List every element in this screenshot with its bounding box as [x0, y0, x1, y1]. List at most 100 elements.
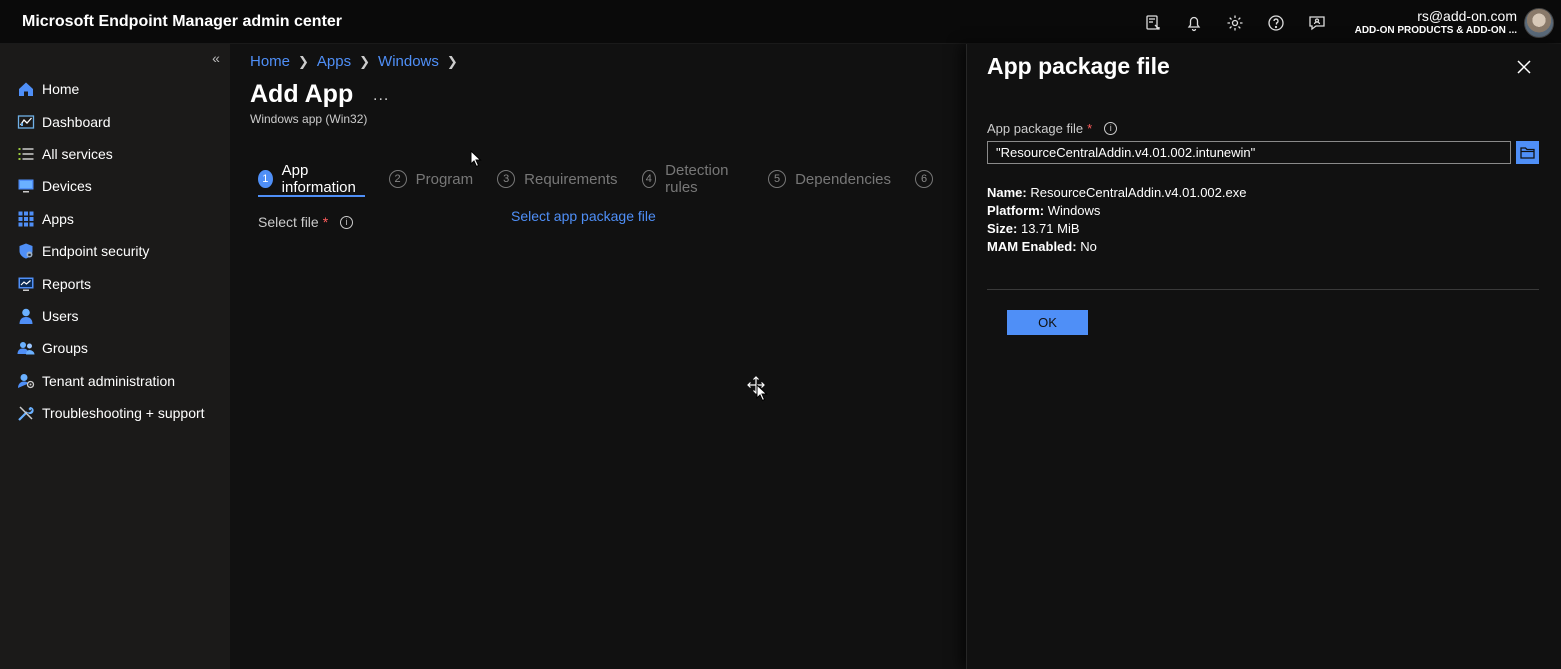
sidebar-nav: Home Dashboard All services Devices Apps… [0, 73, 230, 429]
step-number: 3 [497, 170, 516, 188]
sidebar-item-apps[interactable]: Apps [0, 203, 230, 235]
devices-icon [17, 177, 35, 195]
main-content: Home ❯ Apps ❯ Windows ❯ Add App ... Wind… [230, 44, 966, 669]
feedback-device-icon[interactable] [1140, 10, 1165, 35]
header-icons [1140, 10, 1329, 35]
collapse-sidebar-button[interactable]: « [208, 50, 224, 66]
move-cursor-icon [747, 376, 768, 402]
step-number: 2 [388, 170, 407, 188]
breadcrumb-home[interactable]: Home [250, 53, 290, 70]
meta-platform: Platform: Windows [987, 203, 1101, 218]
folder-icon [1520, 147, 1535, 159]
sidebar-item-users[interactable]: Users [0, 300, 230, 332]
meta-name: Name: ResourceCentralAddin.v4.01.002.exe [987, 185, 1247, 200]
chevron-right-icon: ❯ [446, 53, 458, 69]
step-label: Detection rules [665, 162, 729, 196]
panel-title: App package file [987, 53, 1170, 79]
tab-requirements[interactable]: 3 Requirements [497, 164, 618, 194]
tenant-admin-icon [17, 372, 35, 390]
breadcrumb-apps[interactable]: Apps [317, 53, 351, 70]
sidebar-item-label: Reports [42, 275, 92, 292]
list-icon [17, 145, 35, 163]
sidebar-item-label: Users [42, 307, 79, 324]
home-icon [17, 80, 35, 98]
step-label: Dependencies [795, 170, 891, 188]
tab-step-6[interactable]: 6 [915, 164, 942, 194]
apps-icon [17, 210, 35, 228]
tab-program[interactable]: 2 Program [388, 164, 474, 194]
dashboard-icon [17, 113, 35, 131]
sidebar-item-dashboard[interactable]: Dashboard [0, 105, 230, 137]
ok-button[interactable]: OK [1007, 310, 1088, 335]
step-number: 5 [768, 170, 787, 188]
step-number: 4 [641, 170, 657, 188]
info-icon[interactable]: i [1104, 122, 1118, 135]
info-icon[interactable]: i [340, 215, 354, 229]
required-marker: * [1087, 121, 1093, 136]
account-org: ADD-ON PRODUCTS & ADD-ON ... [1354, 25, 1517, 36]
breadcrumb: Home ❯ Apps ❯ Windows ❯ [250, 53, 466, 70]
more-options-button[interactable]: ... [373, 87, 389, 105]
wrench-icon [17, 404, 35, 422]
sidebar-item-label: Groups [42, 340, 88, 357]
sidebar-item-label: Tenant administration [42, 372, 176, 389]
package-file-label-text: App package file [987, 121, 1084, 136]
select-file-text: Select file [258, 214, 319, 230]
sidebar: « Home Dashboard All services Devices Ap… [0, 44, 230, 669]
sidebar-item-endpoint-security[interactable]: Endpoint security [0, 235, 230, 267]
sidebar-item-label: All services [42, 145, 113, 162]
sidebar-item-all-services[interactable]: All services [0, 138, 230, 170]
bell-icon[interactable] [1181, 10, 1206, 35]
select-app-package-link[interactable]: Select app package file [511, 208, 656, 224]
package-file-input[interactable]: "ResourceCentralAddin.v4.01.002.intunewi… [987, 141, 1511, 164]
sidebar-item-label: Endpoint security [42, 243, 150, 260]
app-package-file-panel: App package file App package file * i "R… [966, 44, 1561, 669]
required-marker: * [322, 214, 329, 230]
sidebar-item-reports[interactable]: Reports [0, 267, 230, 299]
gear-icon[interactable] [1222, 10, 1247, 35]
step-label: App information [281, 162, 356, 196]
reports-icon [17, 275, 35, 293]
select-file-label: Select file * i [258, 214, 354, 230]
feedback-icon[interactable] [1304, 10, 1329, 35]
package-metadata: Name: ResourceCentralAddin.v4.01.002.exe… [987, 184, 1246, 256]
page-title: Add App [250, 80, 354, 108]
shield-icon [17, 242, 35, 260]
account-email: rs@add-on.com [1417, 8, 1517, 24]
browse-button[interactable] [1516, 141, 1539, 164]
meta-size: Size: 13.71 MiB [987, 221, 1080, 236]
page-subtitle: Windows app (Win32) [250, 112, 368, 126]
package-file-label: App package file * i [987, 121, 1118, 136]
user-icon [17, 307, 35, 325]
top-bar: Microsoft Endpoint Manager admin center … [0, 0, 1561, 44]
tab-detection-rules[interactable]: 4 Detection rules [641, 162, 745, 196]
app-title[interactable]: Microsoft Endpoint Manager admin center [22, 13, 342, 31]
sidebar-item-label: Troubleshooting + support [42, 405, 205, 422]
sidebar-item-troubleshooting-support[interactable]: Troubleshooting + support [0, 397, 230, 429]
divider [987, 289, 1539, 290]
sidebar-item-label: Apps [42, 210, 74, 227]
step-label: Program [415, 170, 474, 188]
avatar[interactable] [1524, 8, 1554, 38]
sidebar-item-label: Dashboard [42, 113, 111, 130]
groups-icon [17, 339, 35, 357]
sidebar-item-devices[interactable]: Devices [0, 170, 230, 202]
sidebar-item-home[interactable]: Home [0, 73, 230, 105]
step-label: Requirements [524, 170, 618, 188]
breadcrumb-windows[interactable]: Windows [378, 53, 439, 70]
help-icon[interactable] [1263, 10, 1288, 35]
sidebar-item-tenant-administration[interactable]: Tenant administration [0, 365, 230, 397]
chevron-right-icon: ❯ [359, 53, 371, 69]
close-icon[interactable] [1515, 58, 1533, 76]
sidebar-item-label: Devices [42, 178, 92, 195]
sidebar-item-groups[interactable]: Groups [0, 332, 230, 364]
meta-mam-enabled: MAM Enabled: No [987, 239, 1097, 254]
mouse-pointer-icon [470, 150, 482, 168]
sidebar-item-label: Home [42, 81, 80, 98]
chevron-right-icon: ❯ [298, 53, 309, 69]
account-info[interactable]: rs@add-on.com ADD-ON PRODUCTS & ADD-ON .… [1355, 8, 1517, 38]
wizard-steps: 1 App information 2 Program 3 Requiremen… [258, 162, 966, 197]
tab-dependencies[interactable]: 5 Dependencies [768, 164, 891, 194]
step-number: 6 [915, 170, 933, 188]
tab-app-information[interactable]: 1 App information [258, 162, 365, 197]
